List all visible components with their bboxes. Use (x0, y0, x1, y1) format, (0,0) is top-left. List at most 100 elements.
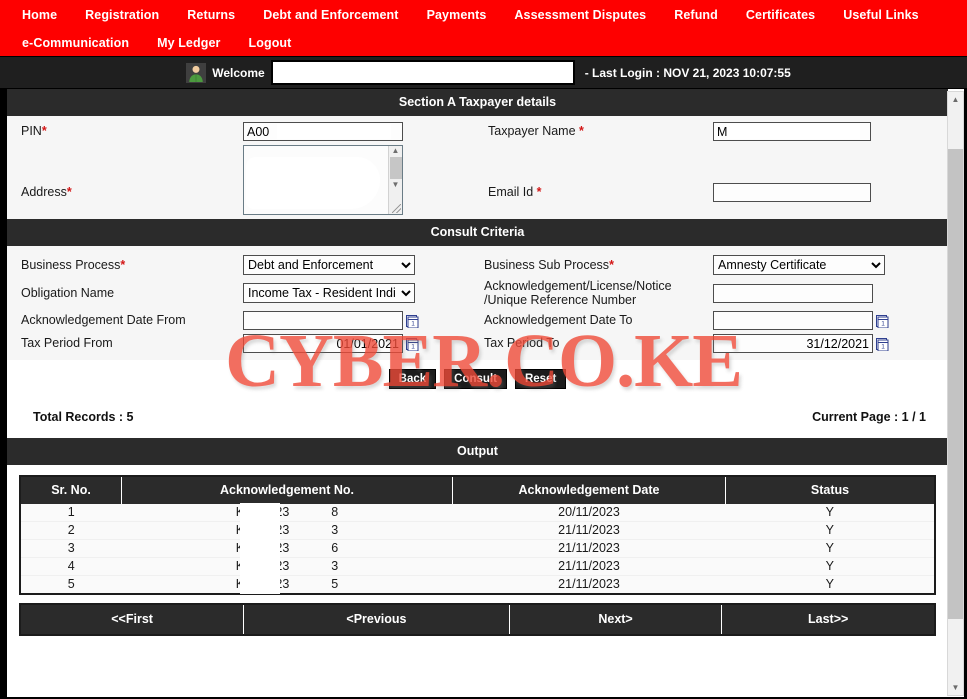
email-input[interactable] (713, 182, 871, 202)
ack-reference-label: Acknowledgement/License/Notice /Unique R… (474, 277, 709, 309)
consult-button[interactable]: Consult (444, 369, 507, 389)
ack-number-white-overlay (239, 539, 280, 558)
ack-number-redaction (289, 559, 331, 573)
taxpayer-name-redaction (727, 124, 860, 139)
consult-criteria-panel: Business Process* Debt and Enforcement B… (7, 246, 948, 360)
address-scroll-down-icon[interactable]: ▼ (392, 180, 400, 190)
pagination-next-button[interactable]: Next> (509, 605, 723, 634)
ack-date-to-label: Acknowledgement Date To (484, 313, 633, 327)
output-table: Sr. No. Acknowledgement No. Acknowledgem… (19, 475, 936, 595)
business-sub-process-required-mark: * (609, 257, 614, 272)
username-redaction (270, 60, 575, 85)
records-summary: Total Records : 5 Current Page : 1 / 1 (7, 397, 948, 438)
calendar-icon[interactable]: 1 (406, 336, 419, 351)
svg-text:1: 1 (881, 321, 885, 328)
nav-home[interactable]: Home (8, 8, 71, 22)
nav-e-communication[interactable]: e-Communication (8, 36, 143, 50)
business-process-select[interactable]: Debt and Enforcement (243, 255, 415, 275)
address-scroll-thumb[interactable] (389, 157, 402, 179)
calendar-icon[interactable]: 1 (876, 313, 889, 328)
ack-date-to-field-cell: 1 (709, 309, 948, 332)
calendar-icon[interactable]: 1 (876, 336, 889, 351)
nav-returns[interactable]: Returns (173, 8, 249, 22)
ack-number-redaction (289, 523, 331, 537)
ack-date-from-input[interactable] (243, 311, 403, 330)
business-sub-process-select[interactable]: Amnesty Certificate (713, 255, 885, 275)
nav-certificates[interactable]: Certificates (732, 8, 829, 22)
user-avatar-icon (186, 62, 207, 83)
ack-date-from-field-cell: 1 (239, 309, 474, 332)
consult-criteria-grid: Business Process* Debt and Enforcement B… (7, 253, 948, 355)
obligation-name-label: Obligation Name (21, 285, 115, 300)
output-header: Output (7, 438, 948, 465)
pagination-previous-button[interactable]: <Previous (244, 605, 510, 634)
address-textarea-wrap: ▲ ▼ (243, 145, 403, 215)
column-header-acknowledgement-no: Acknowledgement No. (121, 476, 453, 504)
output-table-head: Sr. No. Acknowledgement No. Acknowledgem… (20, 476, 935, 504)
obligation-name-select[interactable]: Income Tax - Resident Indi (243, 283, 415, 303)
business-process-field-cell: Debt and Enforcement (239, 253, 474, 277)
welcome-bar: Welcome - Last Login : NOV 21, 2023 10:0… (0, 57, 967, 89)
obligation-name-field-cell: Income Tax - Resident Indi (239, 281, 474, 305)
nav-debt-and-enforcement[interactable]: Debt and Enforcement (249, 8, 412, 22)
taxpayer-name-label: Taxpayer Name * (474, 122, 709, 141)
cell-status: Y (725, 521, 935, 540)
business-process-label: Business Process* (7, 256, 239, 275)
tax-period-from-input[interactable] (243, 334, 403, 353)
business-sub-process-field-cell: Amnesty Certificate (709, 253, 948, 277)
address-redaction (246, 157, 380, 209)
nav-assessment-disputes[interactable]: Assessment Disputes (500, 8, 660, 22)
svg-text:1: 1 (411, 321, 415, 328)
address-resize-grip-icon[interactable] (392, 204, 401, 213)
nav-payments[interactable]: Payments (413, 8, 501, 22)
ack-date-from-label: Acknowledgement Date From (21, 313, 186, 327)
cell-acknowledgement-date: 21/11/2023 (452, 521, 726, 540)
nav-useful-links[interactable]: Useful Links (829, 8, 933, 22)
ack-number-redaction (289, 577, 331, 591)
pagination-bar: <<First <Previous Next> Last>> (19, 603, 936, 636)
cell-status: Y (725, 575, 935, 595)
last-login-text: - Last Login : NOV 21, 2023 10:07:55 (584, 65, 791, 80)
nav-registration[interactable]: Registration (71, 8, 173, 22)
table-row: 1KRA2023820/11/2023Y (20, 503, 935, 522)
address-scroll-up-icon[interactable]: ▲ (392, 146, 400, 156)
ack-number-suffix: 8 (331, 505, 339, 519)
tax-period-to-label: Tax Period To (484, 336, 560, 350)
ack-reference-label-line1: Acknowledgement/License/Notice (484, 279, 672, 293)
cell-status: Y (725, 504, 935, 522)
page-vertical-scrollbar[interactable]: ▲ ▼ (947, 91, 964, 696)
reset-button[interactable]: Reset (514, 369, 567, 389)
ack-reference-input[interactable] (713, 283, 873, 303)
nav-logout[interactable]: Logout (234, 36, 305, 50)
scroll-down-icon[interactable]: ▼ (948, 680, 963, 695)
scrollbar-track[interactable] (948, 107, 963, 680)
tax-period-to-input[interactable] (713, 334, 873, 353)
back-button[interactable]: Back (388, 369, 437, 389)
business-process-label-text: Business Process (21, 257, 121, 272)
ack-date-to-input[interactable] (713, 311, 873, 330)
table-row: 5KRA2023521/11/2023Y (20, 575, 935, 595)
nav-refund[interactable]: Refund (660, 8, 732, 22)
nav-row-secondary: e-Communication My Ledger Logout (0, 29, 967, 56)
ack-reference-label-line2: /Unique Reference Number (484, 293, 637, 307)
cell-acknowledgement-date: 21/11/2023 (452, 575, 726, 595)
address-label-text: Address (21, 184, 67, 199)
nav-my-ledger[interactable]: My Ledger (143, 36, 234, 50)
cell-sr-no: 4 (20, 557, 122, 576)
pagination-last-button[interactable]: Last>> (722, 605, 934, 634)
address-required-mark: * (66, 184, 72, 199)
ack-number-white-overlay (239, 575, 280, 594)
calendar-icon[interactable]: 1 (406, 313, 419, 328)
scroll-up-icon[interactable]: ▲ (948, 92, 963, 107)
scrollbar-thumb[interactable] (948, 149, 963, 619)
content-column: Section A Taxpayer details PIN* Taxpayer… (7, 89, 948, 697)
email-field-cell (709, 157, 948, 204)
tax-period-from-label: Tax Period From (21, 336, 113, 350)
cell-acknowledgement-no: KRA20236 (121, 539, 453, 558)
page-content: Section A Taxpayer details PIN* Taxpayer… (6, 89, 964, 697)
output-table-area: Sr. No. Acknowledgement No. Acknowledgem… (7, 465, 948, 595)
current-page-text: Current Page : 1 / 1 (812, 410, 926, 424)
pagination-first-button[interactable]: <<First (21, 605, 245, 634)
tax-period-to-field-cell: 1 (709, 332, 948, 355)
table-row: 3KRA2023621/11/2023Y (20, 539, 935, 558)
